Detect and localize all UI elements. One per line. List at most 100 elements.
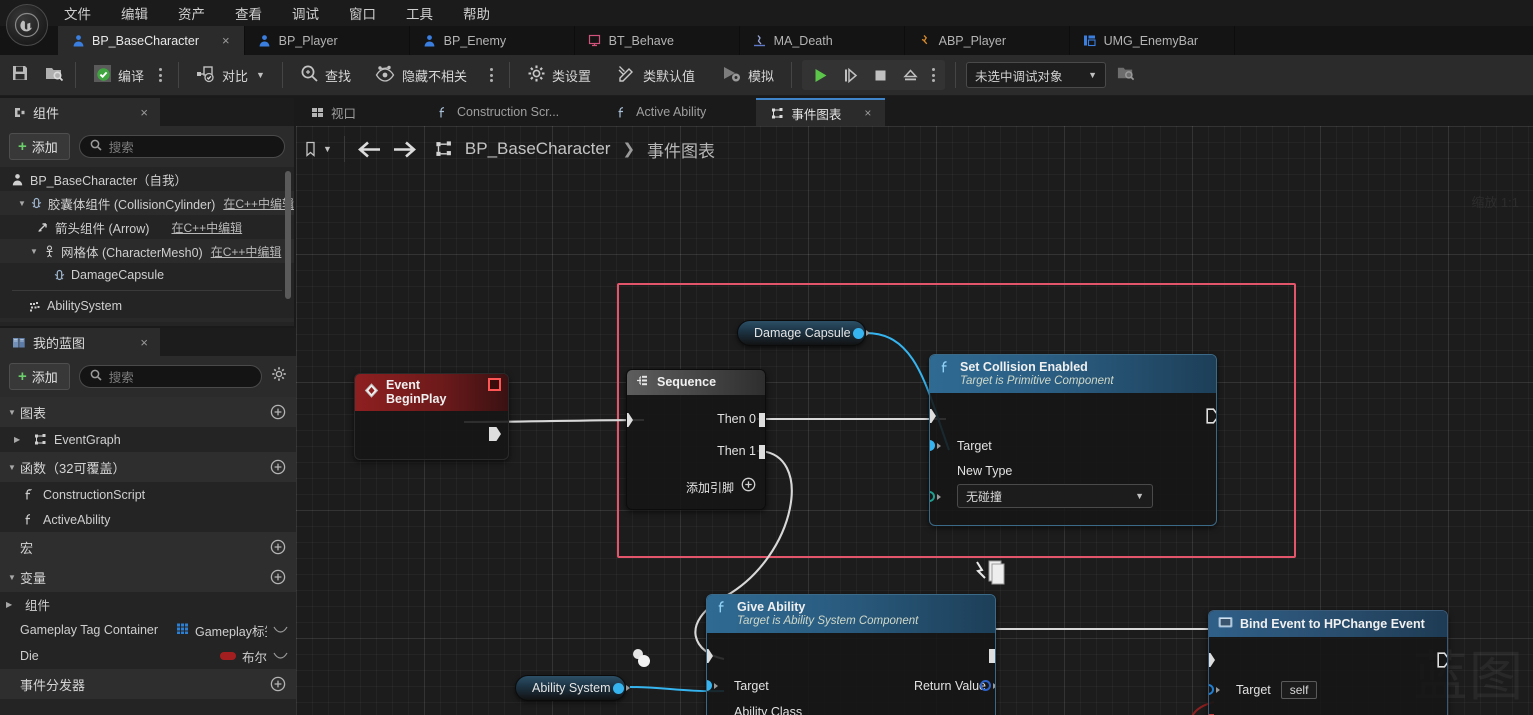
node-ability-system[interactable]: Ability System xyxy=(515,675,630,701)
node-row-add-pin[interactable]: 添加引脚 xyxy=(627,473,765,501)
exec-out-pin[interactable] xyxy=(1437,652,1447,668)
section-variables[interactable]: ▼ 变量 xyxy=(0,562,296,592)
return-value-out-pin[interactable] xyxy=(980,680,995,691)
diff-button[interactable]: 对比 ▼ xyxy=(189,62,272,89)
exec-in-pin[interactable] xyxy=(707,649,713,663)
menu-item-tools[interactable]: 工具 xyxy=(404,1,435,25)
edit-in-cpp-link[interactable]: 在C++中编辑 xyxy=(211,243,282,260)
hide-unrelated-button[interactable]: 隐藏不相关 xyxy=(368,62,474,89)
graph-canvas[interactable]: ▼ BP_BaseCharacter ❯ 事件图表 缩放 1:1 蓝图 Even… xyxy=(296,126,1533,715)
exec-out-pin-then1[interactable] xyxy=(759,445,765,459)
node-sequence[interactable]: Sequence Then 0 Then 1 添加引脚 xyxy=(626,369,766,510)
asset-tab-ma-death[interactable]: MA_Death xyxy=(740,26,905,55)
class-settings-button[interactable]: 类设置 xyxy=(520,61,598,89)
chevron-down-icon[interactable]: ▼ xyxy=(323,144,332,154)
exec-in-pin[interactable] xyxy=(1209,653,1215,667)
my-blueprint-search-input[interactable]: 搜索 xyxy=(78,365,262,388)
hide-options-kebab-menu-icon[interactable] xyxy=(484,68,499,82)
exec-in-pin[interactable] xyxy=(930,409,936,423)
add-pin-plus-circle-icon[interactable] xyxy=(741,477,756,497)
add-event-dispatcher-plus-circle-icon[interactable] xyxy=(270,676,286,692)
tree-row[interactable]: AbilitySystem xyxy=(0,294,294,318)
compile-button[interactable]: 编译 xyxy=(86,61,151,89)
breadcrumb-leaf[interactable]: 事件图表 xyxy=(647,137,715,162)
menu-item-edit[interactable]: 编辑 xyxy=(119,1,150,25)
exec-out-pin[interactable] xyxy=(989,649,995,663)
menu-item-file[interactable]: 文件 xyxy=(62,1,93,25)
tree-row[interactable]: 角色移动 (CharacterMovement) 在C++中编辑 xyxy=(0,318,294,322)
node-bind-event-hpchange[interactable]: Bind Event to HPChange Event Target self xyxy=(1208,610,1448,715)
node-set-collision-enabled[interactable]: Set Collision Enabled Target is Primitiv… xyxy=(929,354,1217,526)
exec-in-pin[interactable] xyxy=(627,413,633,427)
tree-row[interactable]: 箭头组件 (Arrow) 在C++中编辑 xyxy=(0,215,294,239)
simulate-button[interactable]: 模拟 xyxy=(714,61,781,89)
history-icon[interactable] xyxy=(304,141,319,158)
list-item-constructionscript[interactable]: ConstructionScript xyxy=(0,482,296,507)
tree-row[interactable]: DamageCapsule xyxy=(0,263,294,287)
node-event-begin-play[interactable]: Event BeginPlay xyxy=(354,373,509,460)
unreal-engine-logo-icon[interactable] xyxy=(6,4,48,46)
exec-out-pin[interactable] xyxy=(1206,408,1216,424)
target-in-pin[interactable] xyxy=(1209,684,1220,695)
menu-item-asset[interactable]: 资产 xyxy=(176,1,207,25)
add-macro-plus-circle-icon[interactable] xyxy=(270,539,286,555)
edit-in-cpp-link[interactable]: 在C++中编辑 xyxy=(223,322,294,323)
forward-arrow-right-icon[interactable] xyxy=(393,141,417,158)
chevron-down-icon[interactable]: ▼ xyxy=(8,463,20,472)
step-icon[interactable] xyxy=(836,62,864,88)
add-function-plus-circle-icon[interactable] xyxy=(270,459,286,475)
object-out-pin[interactable] xyxy=(612,682,624,694)
tab-construction-script[interactable]: Construction Scr... xyxy=(422,98,573,126)
asset-tab-bt-behave[interactable]: BT_Behave xyxy=(575,26,740,55)
debug-browse-to-asset-icon[interactable] xyxy=(1116,63,1136,87)
compile-options-kebab-menu-icon[interactable] xyxy=(153,68,168,82)
list-item-eventgraph[interactable]: ▶ EventGraph xyxy=(0,427,296,452)
play-options-kebab-menu-icon[interactable] xyxy=(926,68,941,82)
target-object-in-pin[interactable] xyxy=(707,680,718,691)
tab-active-ability[interactable]: Active Ability xyxy=(601,98,720,126)
asset-tab-umg-enemybar[interactable]: UMG_EnemyBar xyxy=(1070,26,1235,55)
components-tree-scrollbar[interactable] xyxy=(285,171,291,299)
node-badge-icon[interactable] xyxy=(488,378,501,391)
class-defaults-button[interactable]: 类默认值 xyxy=(610,61,702,89)
node-damage-capsule[interactable]: Damage Capsule xyxy=(737,320,870,346)
debug-object-select[interactable]: 未选中调试对象 ▼ xyxy=(966,62,1107,88)
eye-closed-icon[interactable] xyxy=(273,649,296,663)
tab-event-graph[interactable]: 事件图表 × xyxy=(756,98,886,126)
enum-in-pin[interactable] xyxy=(930,491,941,502)
menu-item-debug[interactable]: 调试 xyxy=(290,1,321,25)
eject-icon[interactable] xyxy=(896,62,924,88)
find-button[interactable]: 查找 xyxy=(293,61,358,89)
chevron-down-icon[interactable]: ▼ xyxy=(8,573,20,582)
target-value-field[interactable]: self xyxy=(1280,681,1318,699)
close-icon[interactable]: × xyxy=(864,106,871,120)
close-icon[interactable]: × xyxy=(120,335,148,350)
browse-to-asset-icon[interactable] xyxy=(44,63,65,88)
section-functions[interactable]: ▼ 函数（32可覆盖） xyxy=(0,452,296,482)
chevron-right-icon[interactable]: ▶ xyxy=(6,600,18,609)
edit-in-cpp-link[interactable]: 在C++中编辑 xyxy=(171,219,242,236)
new-type-combo[interactable]: 无碰撞 ▼ xyxy=(957,484,1153,508)
chevron-down-icon[interactable]: ▼ xyxy=(30,247,42,256)
close-icon[interactable]: × xyxy=(120,105,148,120)
components-add-button[interactable]: + 添加 xyxy=(9,133,70,160)
asset-tab-bp-enemy[interactable]: BP_Enemy xyxy=(410,26,575,55)
back-arrow-left-icon[interactable] xyxy=(357,141,381,158)
eye-closed-icon[interactable] xyxy=(273,623,296,637)
variable-row-die[interactable]: Die 布尔 xyxy=(0,643,296,669)
asset-tab-abp-player[interactable]: ABP_Player xyxy=(905,26,1070,55)
tree-row[interactable]: BP_BaseCharacter（自我） xyxy=(0,167,294,191)
add-variable-plus-circle-icon[interactable] xyxy=(270,569,286,585)
tree-row[interactable]: ▼ 网格体 (CharacterMesh0) 在C++中编辑 xyxy=(0,239,294,263)
components-panel-tab[interactable]: 组件 × xyxy=(0,98,160,126)
asset-tab-bp-basecharacter[interactable]: BP_BaseCharacter × xyxy=(58,26,245,55)
exec-out-pin[interactable] xyxy=(489,427,501,441)
my-blueprint-tab[interactable]: 我的蓝图 × xyxy=(0,328,160,356)
exec-out-pin-then0[interactable] xyxy=(759,413,765,427)
section-graphs[interactable]: ▼ 图表 xyxy=(0,397,296,427)
chevron-right-icon[interactable]: ▶ xyxy=(14,435,26,444)
section-macros[interactable]: 宏 xyxy=(0,532,296,562)
components-search-input[interactable]: 搜索 xyxy=(78,135,285,158)
components-tree[interactable]: BP_BaseCharacter（自我） ▼ 胶囊体组件 (CollisionC… xyxy=(0,167,294,322)
section-event-dispatchers[interactable]: 事件分发器 xyxy=(0,669,296,699)
